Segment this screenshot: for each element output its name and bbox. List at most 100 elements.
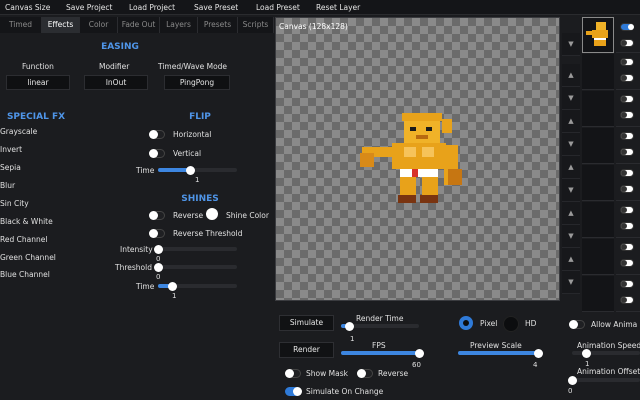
layer-toggles-6	[616, 202, 640, 238]
tab-color[interactable]: Color	[80, 17, 118, 33]
fx-invert[interactable]: Invert	[0, 145, 22, 154]
layer-toggles-5	[616, 165, 640, 201]
layer-visible-toggle[interactable]	[620, 23, 634, 31]
fps-slider[interactable]	[341, 348, 424, 358]
layer-thumb-2[interactable]	[582, 54, 614, 90]
animation-speed-slider[interactable]	[572, 348, 640, 358]
menu-load-preset[interactable]: Load Preset	[256, 3, 300, 12]
preview-scale-slider[interactable]	[458, 348, 543, 358]
layer-move-down-button[interactable]: ▼	[562, 33, 580, 56]
fx-sepia[interactable]: Sepia	[0, 163, 21, 172]
shine-color-swatch[interactable]	[206, 208, 218, 220]
layer-visible-toggle[interactable]	[620, 58, 634, 66]
function-field[interactable]: linear	[6, 75, 70, 90]
function-label: Function	[22, 62, 54, 71]
layer-option-toggle[interactable]	[620, 259, 634, 267]
fx-blur[interactable]: Blur	[0, 181, 15, 190]
preview-canvas[interactable]: Canvas (128x128)	[275, 17, 560, 301]
fx-black-white[interactable]: Black & White	[0, 217, 53, 226]
layer-move-down-button[interactable]: ▼	[562, 133, 580, 156]
layer-thumb-5[interactable]	[582, 165, 614, 201]
mode-label: Timed/Wave Mode	[158, 62, 228, 71]
layer-option-toggle[interactable]	[620, 222, 634, 230]
menu-canvas-size[interactable]: Canvas Size	[5, 3, 50, 12]
render-time-slider[interactable]	[341, 321, 419, 331]
layer-thumb-8[interactable]	[582, 276, 614, 312]
layer-thumb-7[interactable]	[582, 239, 614, 275]
allow-animation-toggle[interactable]	[569, 320, 585, 329]
layer-option-toggle[interactable]	[620, 148, 634, 156]
layer-option-toggle[interactable]	[620, 39, 634, 47]
layer-move-up-button[interactable]: ▲	[562, 202, 580, 225]
fx-green-channel[interactable]: Green Channel	[0, 253, 56, 262]
mode-field[interactable]: PingPong	[164, 75, 230, 90]
layer-visible-toggle[interactable]	[620, 243, 634, 251]
fx-red-channel[interactable]: Red Channel	[0, 235, 47, 244]
shines-reverse-toggle[interactable]	[149, 211, 165, 220]
threshold-slider[interactable]	[154, 262, 237, 272]
layer-visible-toggle[interactable]	[620, 169, 634, 177]
render-button[interactable]: Render	[279, 342, 334, 358]
tab-presets[interactable]: Presets	[198, 17, 238, 33]
layer-move-down-button[interactable]: ▼	[562, 179, 580, 202]
layer-visible-toggle[interactable]	[620, 132, 634, 140]
menu-load-project[interactable]: Load Project	[129, 3, 175, 12]
layer-thumb-3[interactable]	[582, 91, 614, 127]
layer-move-down-button[interactable]: ▼	[562, 225, 580, 248]
layer-option-toggle[interactable]	[620, 111, 634, 119]
layer-move-up-button[interactable]: ▲	[562, 156, 580, 179]
sprite-character	[360, 113, 462, 203]
flip-horizontal-toggle[interactable]	[149, 130, 165, 139]
layer-move-down-button[interactable]: ▼	[562, 87, 580, 110]
layer-thumb-1[interactable]	[582, 17, 614, 53]
tab-fade-out[interactable]: Fade Out	[118, 17, 160, 33]
modifier-field[interactable]: InOut	[84, 75, 148, 90]
layer-move-down-button[interactable]: ▼	[562, 271, 580, 294]
flip-time-slider[interactable]	[158, 165, 237, 175]
layer-option-toggle[interactable]	[620, 185, 634, 193]
tab-timed[interactable]: Timed	[0, 17, 42, 33]
layer-option-toggle[interactable]	[620, 74, 634, 82]
menu-save-preset[interactable]: Save Preset	[194, 3, 238, 12]
flip-horizontal-label: Horizontal	[173, 130, 212, 139]
flip-header: FLIP	[189, 112, 211, 122]
intensity-value: 0	[156, 255, 161, 263]
tab-effects[interactable]: Effects	[42, 17, 80, 33]
animation-offset-slider[interactable]	[568, 375, 640, 385]
fx-blue-channel[interactable]: Blue Channel	[0, 270, 50, 279]
menu-reset-layer[interactable]: Reset Layer	[316, 3, 360, 12]
shine-color-label: Shine Color	[226, 211, 269, 220]
tab-scripts[interactable]: Scripts	[238, 17, 274, 33]
pixel-label: Pixel	[480, 319, 498, 328]
animation-offset-label: Animation Offset	[577, 367, 640, 376]
render-time-label: Render Time	[356, 314, 404, 323]
layer-option-toggle[interactable]	[620, 296, 634, 304]
layer-thumb-6[interactable]	[582, 202, 614, 238]
modifier-label: Modifier	[99, 62, 130, 71]
simulate-button[interactable]: Simulate	[279, 315, 334, 331]
layer-move-up-button[interactable]: ▲	[562, 64, 580, 87]
fx-sin-city[interactable]: Sin City	[0, 199, 29, 208]
layer-visible-toggle[interactable]	[620, 206, 634, 214]
shines-time-slider[interactable]	[158, 281, 237, 291]
show-mask-label: Show Mask	[306, 369, 348, 378]
intensity-slider[interactable]	[154, 244, 237, 254]
layer-thumb-4[interactable]	[582, 128, 614, 164]
layer-toggles-4	[616, 128, 640, 164]
layer-visible-toggle[interactable]	[620, 95, 634, 103]
show-mask-toggle[interactable]	[285, 369, 301, 378]
fx-grayscale[interactable]: Grayscale	[0, 127, 37, 136]
bottom-reverse-toggle[interactable]	[357, 369, 373, 378]
flip-vertical-toggle[interactable]	[149, 149, 165, 158]
hd-radio[interactable]	[503, 316, 519, 332]
reverse-threshold-toggle[interactable]	[149, 229, 165, 238]
pixel-radio[interactable]	[459, 316, 473, 330]
tab-layers[interactable]: Layers	[160, 17, 198, 33]
simulate-on-change-label: Simulate On Change	[306, 387, 384, 396]
menu-save-project[interactable]: Save Project	[66, 3, 112, 12]
layer-visible-toggle[interactable]	[620, 280, 634, 288]
layer-move-up-button[interactable]: ▲	[562, 248, 580, 271]
threshold-value: 0	[156, 273, 161, 281]
simulate-on-change-toggle[interactable]	[285, 387, 302, 396]
layer-move-up-button[interactable]: ▲	[562, 110, 580, 133]
